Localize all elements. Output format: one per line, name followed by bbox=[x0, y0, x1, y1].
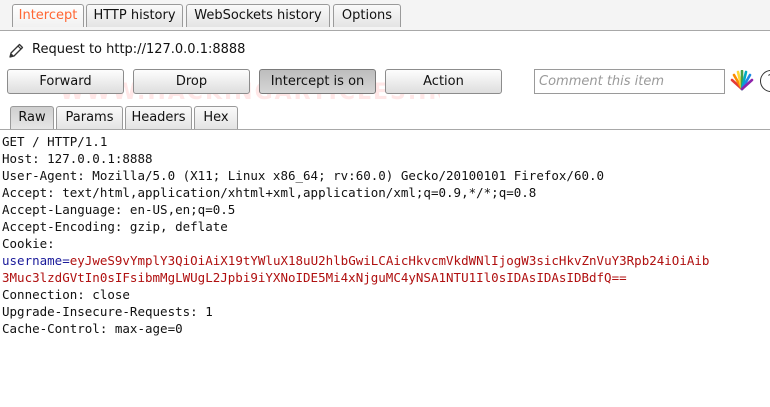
tab-raw[interactable]: Raw bbox=[10, 106, 54, 129]
cookie-equals: = bbox=[62, 253, 70, 268]
connection-header: Connection: close bbox=[2, 287, 130, 302]
drop-button[interactable]: Drop bbox=[133, 69, 250, 94]
message-view-tab-bar: Raw Params Headers Hex bbox=[0, 104, 770, 130]
highlight-color-icon[interactable] bbox=[730, 70, 754, 92]
proxy-tab-bar: Intercept HTTP history WebSockets histor… bbox=[0, 0, 770, 31]
tab-headers[interactable]: Headers bbox=[125, 106, 192, 129]
request-line: GET / HTTP/1.1 bbox=[2, 134, 108, 149]
request-header-row: Request to http://127.0.0.1:8888 bbox=[0, 38, 770, 64]
cookie-value-part-1: eyJweS9vYmplY3QiOiAiX19tYWluX18uU2hlbGwi… bbox=[69, 253, 710, 268]
tab-http-history[interactable]: HTTP history bbox=[86, 4, 183, 27]
comment-input[interactable]: Comment this item bbox=[534, 69, 725, 94]
cookie-header: Cookie: bbox=[2, 236, 55, 251]
accept-header: Accept: text/html,application/xhtml+xml,… bbox=[2, 185, 537, 200]
request-editor[interactable]: GET / HTTP/1.1 Host: 127.0.0.1:8888 User… bbox=[2, 133, 768, 337]
tab-websockets-history[interactable]: WebSockets history bbox=[186, 4, 330, 27]
cookie-value-part-2: 3Muc3lzdGVtIn0sIFsibmMgLWUgL2Jpbi9iYXNoI… bbox=[2, 270, 627, 285]
help-icon[interactable]: ? bbox=[760, 70, 770, 92]
user-agent-header: User-Agent: Mozilla/5.0 (X11; Linux x86_… bbox=[2, 168, 605, 183]
cache-control-header: Cache-Control: max-age=0 bbox=[2, 321, 183, 336]
tab-options[interactable]: Options bbox=[333, 4, 401, 27]
host-header: Host: 127.0.0.1:8888 bbox=[2, 151, 153, 166]
cookie-name: username bbox=[2, 253, 63, 268]
tab-intercept[interactable]: Intercept bbox=[12, 4, 84, 27]
request-title: Request to http://127.0.0.1:8888 bbox=[32, 42, 246, 57]
pencil-icon bbox=[9, 43, 24, 58]
tab-params[interactable]: Params bbox=[56, 106, 123, 129]
upgrade-insecure-requests-header: Upgrade-Insecure-Requests: 1 bbox=[2, 304, 213, 319]
accept-encoding-header: Accept-Encoding: gzip, deflate bbox=[2, 219, 228, 234]
burp-proxy-window: Intercept HTTP history WebSockets histor… bbox=[0, 0, 770, 407]
forward-button[interactable]: Forward bbox=[7, 69, 124, 94]
cookie-value-line-2: 3Muc3lzdGVtIn0sIFsibmMgLWUgL2Jpbi9iYXNoI… bbox=[2, 269, 768, 286]
tab-hex[interactable]: Hex bbox=[194, 106, 238, 129]
accept-language-header: Accept-Language: en-US,en;q=0.5 bbox=[2, 202, 236, 217]
cookie-value-line-1: username=eyJweS9vYmplY3QiOiAiX19tYWluX18… bbox=[2, 252, 768, 269]
action-button[interactable]: Action bbox=[385, 69, 502, 94]
intercept-toggle-button[interactable]: Intercept is on bbox=[259, 69, 376, 94]
